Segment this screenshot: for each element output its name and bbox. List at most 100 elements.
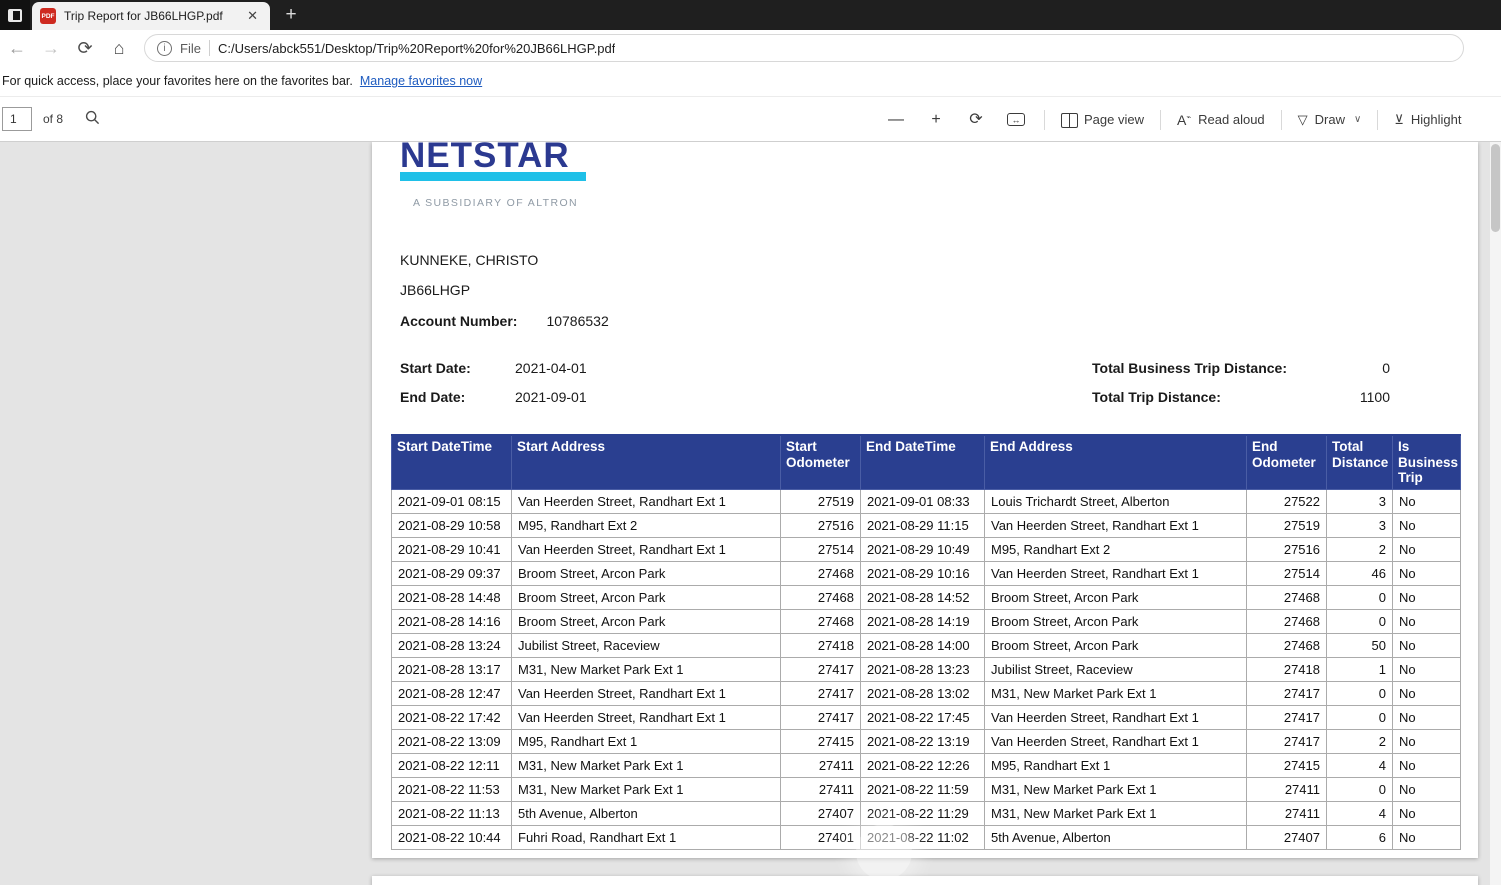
cell-is-business-trip: No: [1393, 801, 1461, 825]
trip-row: 2021-08-28 13:17M31, New Market Park Ext…: [392, 657, 1461, 681]
trip-row: 2021-08-22 11:53M31, New Market Park Ext…: [392, 777, 1461, 801]
manage-favorites-link[interactable]: Manage favorites now: [360, 74, 482, 88]
cell-end-odometer: 27417: [1247, 705, 1327, 729]
cell-end-datetime: 2021-08-28 13:23: [861, 657, 985, 681]
cell-start-address: M31, New Market Park Ext 1: [512, 657, 781, 681]
cell-end-address: Broom Street, Arcon Park: [985, 633, 1247, 657]
cell-end-address: Broom Street, Arcon Park: [985, 609, 1247, 633]
cell-end-odometer: 27415: [1247, 753, 1327, 777]
cell-total-distance: 0: [1327, 705, 1393, 729]
cell-total-distance: 2: [1327, 537, 1393, 561]
cell-start-odometer: 27401: [781, 825, 861, 849]
cell-end-odometer: 27417: [1247, 681, 1327, 705]
cell-end-datetime: 2021-08-22 17:45: [861, 705, 985, 729]
minus-icon: —: [888, 112, 904, 128]
cell-start-address: Van Heerden Street, Randhart Ext 1: [512, 705, 781, 729]
highlight-button[interactable]: ⊻ Highlight: [1388, 104, 1467, 136]
tab-trip-report[interactable]: PDF Trip Report for JB66LHGP.pdf ✕: [32, 2, 270, 30]
tab-actions-icon: [8, 9, 22, 22]
trip-row: 2021-08-28 14:16Broom Street, Arcon Park…: [392, 609, 1461, 633]
zoom-out-button[interactable]: —: [878, 104, 914, 136]
cell-end-address: Broom Street, Arcon Park: [985, 585, 1247, 609]
cell-end-address: M31, New Market Park Ext 1: [985, 681, 1247, 705]
page-view-button[interactable]: Page view: [1055, 104, 1150, 136]
forward-icon[interactable]: →: [34, 33, 68, 63]
cell-end-address: Van Heerden Street, Randhart Ext 1: [985, 729, 1247, 753]
cell-end-datetime: 2021-08-28 14:52: [861, 585, 985, 609]
cell-total-distance: 2: [1327, 729, 1393, 753]
netstar-logo: NETSTAR: [400, 142, 570, 173]
cell-end-odometer: 27514: [1247, 561, 1327, 585]
tab-close-icon[interactable]: ✕: [243, 8, 262, 24]
trip-row: 2021-08-28 14:48 Broom Street, Arcon Park…: [392, 585, 1461, 609]
start-date-value: 2021-04-01: [515, 360, 587, 376]
total-trip-distance-value: 1100: [1300, 389, 1390, 405]
cell-end-odometer: 27418: [1247, 657, 1327, 681]
cell-end-address: M95, Randhart Ext 1: [985, 753, 1247, 777]
netstar-logo-underline: [400, 172, 586, 181]
cell-start-odometer: 27417: [781, 705, 861, 729]
cell-end-datetime: 2021-08-28 14:19: [861, 609, 985, 633]
cell-end-odometer: 27411: [1247, 777, 1327, 801]
tab-actions-menu-button[interactable]: [0, 0, 30, 30]
column-header-end-datetime: End DateTime: [861, 435, 985, 489]
home-icon[interactable]: ⌂: [102, 33, 136, 63]
trip-row: 2021-08-28 12:47Van Heerden Street, Rand…: [392, 681, 1461, 705]
cell-total-distance: 4: [1327, 753, 1393, 777]
cell-end-datetime: 2021-08-29 11:15: [861, 513, 985, 537]
total-business-trip-value: 0: [1300, 360, 1390, 376]
cell-is-business-trip: No: [1393, 489, 1461, 513]
browser-window: PDF Trip Report for JB66LHGP.pdf ✕ + ← →…: [0, 0, 1501, 885]
overlay-dot: [856, 824, 912, 880]
chevron-down-icon[interactable]: ∨: [1354, 114, 1361, 125]
cell-is-business-trip: No: [1393, 681, 1461, 705]
cell-start-datetime: 2021-08-28 13:17: [392, 657, 512, 681]
cell-start-datetime: 2021-08-22 11:13: [392, 801, 512, 825]
cell-start-datetime: 2021-08-28 14:48: [392, 585, 512, 609]
cell-total-distance: 0: [1327, 609, 1393, 633]
navigation-toolbar: ← → ⟳ ⌂ i File C:/Users/abck551/Desktop/…: [0, 30, 1501, 66]
cell-total-distance: 3: [1327, 513, 1393, 537]
new-tab-button[interactable]: +: [278, 3, 304, 27]
zoom-in-button[interactable]: +: [918, 104, 954, 136]
cell-start-odometer: 27417: [781, 681, 861, 705]
cell-start-datetime: 2021-08-22 17:42: [392, 705, 512, 729]
cell-is-business-trip: No: [1393, 513, 1461, 537]
cell-end-datetime: 2021-09-01 08:33: [861, 489, 985, 513]
read-aloud-button[interactable]: A⌁ Read aloud: [1171, 104, 1271, 136]
vertical-scrollbar[interactable]: [1490, 142, 1501, 885]
cell-start-datetime: 2021-09-01 08:15: [392, 489, 512, 513]
back-icon[interactable]: ←: [0, 33, 34, 63]
address-bar[interactable]: i File C:/Users/abck551/Desktop/Trip%20R…: [144, 34, 1464, 62]
draw-pen-icon: ▽: [1298, 113, 1308, 126]
refresh-icon[interactable]: ⟳: [68, 33, 102, 63]
cell-total-distance: 0: [1327, 681, 1393, 705]
page-count-label: of 8: [43, 112, 63, 126]
page-info-icon[interactable]: i: [157, 41, 172, 56]
cell-start-address: M31, New Market Park Ext 1: [512, 777, 781, 801]
page-number-input[interactable]: [2, 107, 32, 131]
rotate-button[interactable]: ⟳: [958, 104, 994, 136]
cell-start-odometer: 27411: [781, 777, 861, 801]
cell-start-datetime: 2021-08-29 09:37: [392, 561, 512, 585]
cell-start-odometer: 27468: [781, 561, 861, 585]
search-icon[interactable]: [85, 110, 100, 129]
cell-is-business-trip: No: [1393, 777, 1461, 801]
cell-start-odometer: 27417: [781, 657, 861, 681]
draw-button[interactable]: ▽ Draw ∨: [1292, 104, 1368, 136]
end-date-value: 2021-09-01: [515, 389, 587, 405]
address-url[interactable]: C:/Users/abck551/Desktop/Trip%20Report%2…: [218, 41, 615, 56]
pdf-page-1: NETSTAR A SUBSIDIARY OF ALTRON KUNNEKE, …: [372, 142, 1478, 858]
read-aloud-label: Read aloud: [1198, 112, 1265, 127]
highlighter-icon: ⊻: [1394, 113, 1404, 126]
cell-start-odometer: 27407: [781, 801, 861, 825]
cell-start-datetime: 2021-08-22 11:53: [392, 777, 512, 801]
cell-end-odometer: 27417: [1247, 729, 1327, 753]
cell-start-odometer: 27418: [781, 633, 861, 657]
pdf-toolbar: of 8 — + ⟳ ↔ Page view A⌁ Read aloud ▽ D…: [0, 97, 1501, 142]
scrollbar-thumb[interactable]: [1491, 144, 1500, 232]
fit-to-width-button[interactable]: ↔: [998, 104, 1034, 136]
cell-end-address: M95, Randhart Ext 2: [985, 537, 1247, 561]
tab-strip: PDF Trip Report for JB66LHGP.pdf ✕ +: [0, 0, 1501, 30]
pdf-content-area[interactable]: NETSTAR A SUBSIDIARY OF ALTRON KUNNEKE, …: [0, 142, 1501, 885]
